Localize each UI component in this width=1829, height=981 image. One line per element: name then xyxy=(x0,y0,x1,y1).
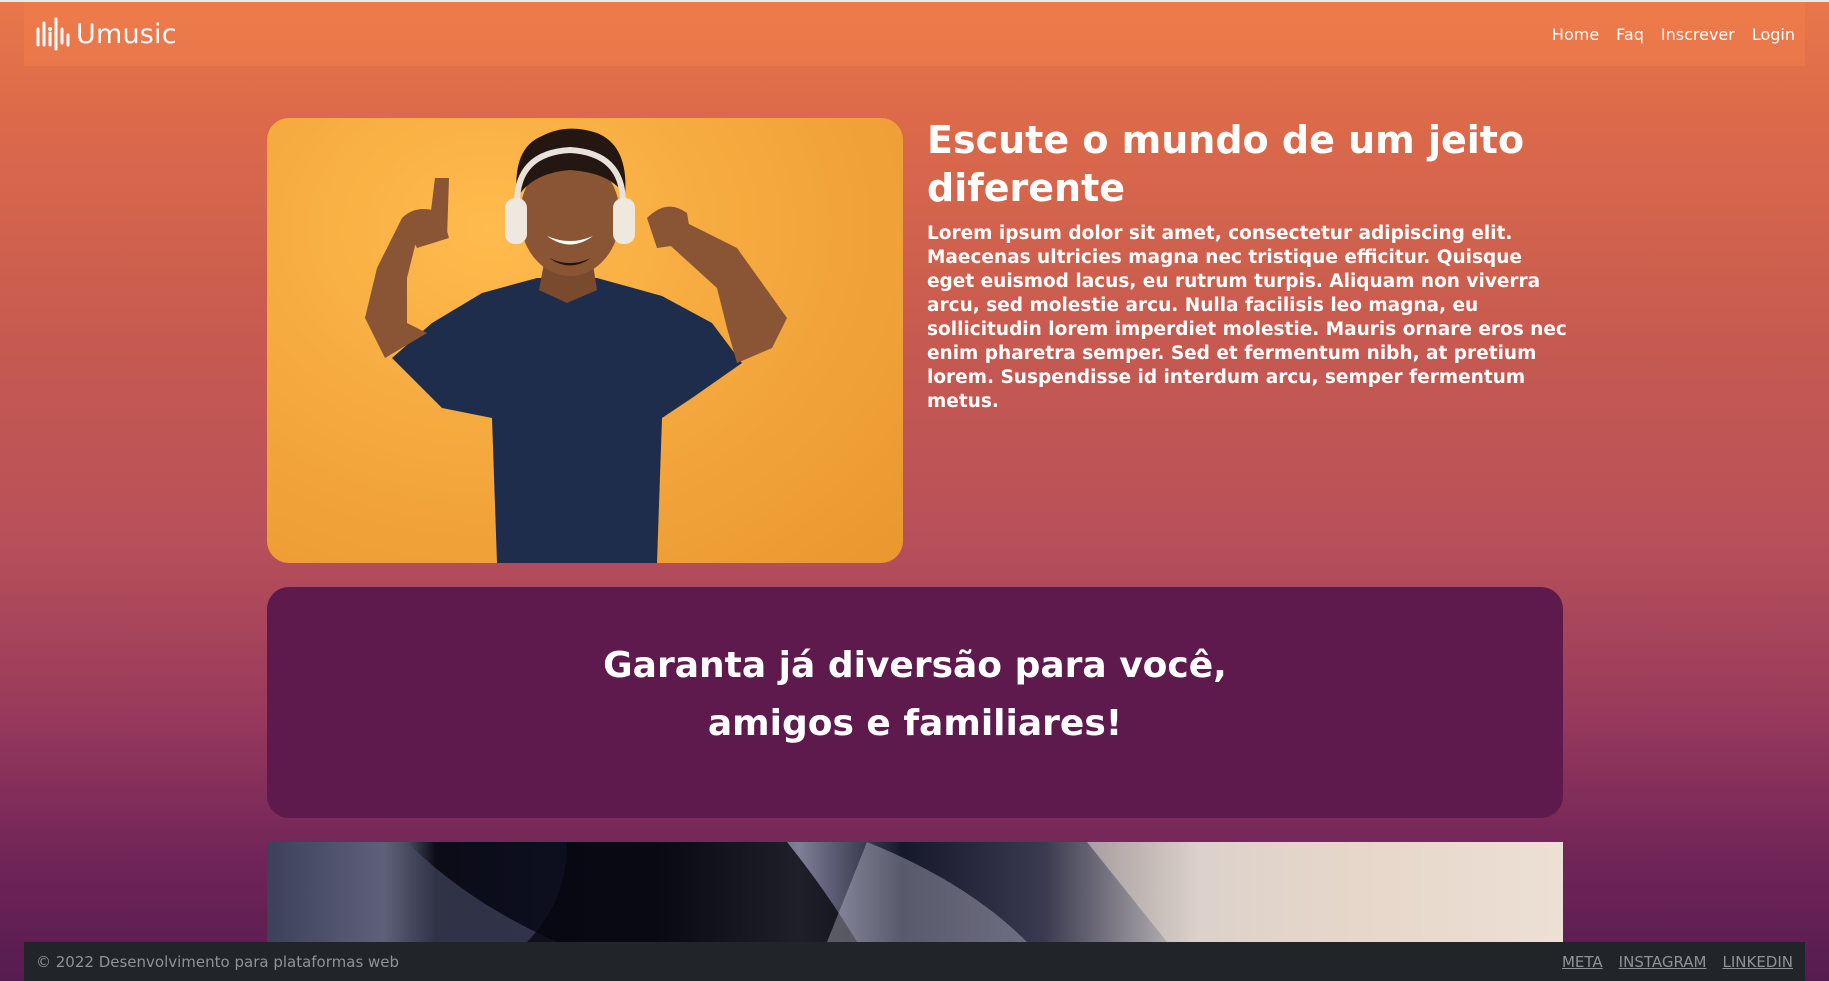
cta-banner: Garanta já diversão para você, amigos e … xyxy=(267,587,1563,818)
blurred-photo-illustration xyxy=(267,842,1563,942)
footer: © 2022 Desenvolvimento para plataformas … xyxy=(24,942,1805,981)
cta-line-2: amigos e familiares! xyxy=(707,702,1123,744)
footer-link-meta[interactable]: META xyxy=(1562,953,1603,971)
music-equalizer-icon xyxy=(36,17,70,51)
man-with-headphones-illustration xyxy=(365,128,787,563)
nav-links: Home Faq Inscrever Login xyxy=(1552,25,1795,44)
footer-link-instagram[interactable]: INSTAGRAM xyxy=(1619,953,1707,971)
nav-link-login[interactable]: Login xyxy=(1752,25,1795,44)
brand-link[interactable]: Umusic xyxy=(34,17,177,51)
nav-link-inscrever[interactable]: Inscrever xyxy=(1661,25,1735,44)
navbar: Umusic Home Faq Inscrever Login xyxy=(24,2,1805,66)
nav-link-faq[interactable]: Faq xyxy=(1616,25,1644,44)
hero-title: Escute o mundo de um jeito diferente xyxy=(927,118,1525,210)
footer-link-linkedin[interactable]: LINKEDIN xyxy=(1722,953,1793,971)
footer-links: META INSTAGRAM LINKEDIN xyxy=(1562,953,1793,971)
nav-link-home[interactable]: Home xyxy=(1552,25,1599,44)
copyright-text: © 2022 Desenvolvimento para plataformas … xyxy=(36,952,400,971)
secondary-photo xyxy=(267,842,1563,942)
brand-name: Umusic xyxy=(76,18,177,50)
cta-line-1: Garanta já diversão para você, xyxy=(603,644,1227,686)
hero-text: Escute o mundo de um jeito diferente Lor… xyxy=(927,116,1567,414)
hero-image xyxy=(267,118,903,563)
hero-body: Lorem ipsum dolor sit amet, consectetur … xyxy=(927,223,1567,412)
